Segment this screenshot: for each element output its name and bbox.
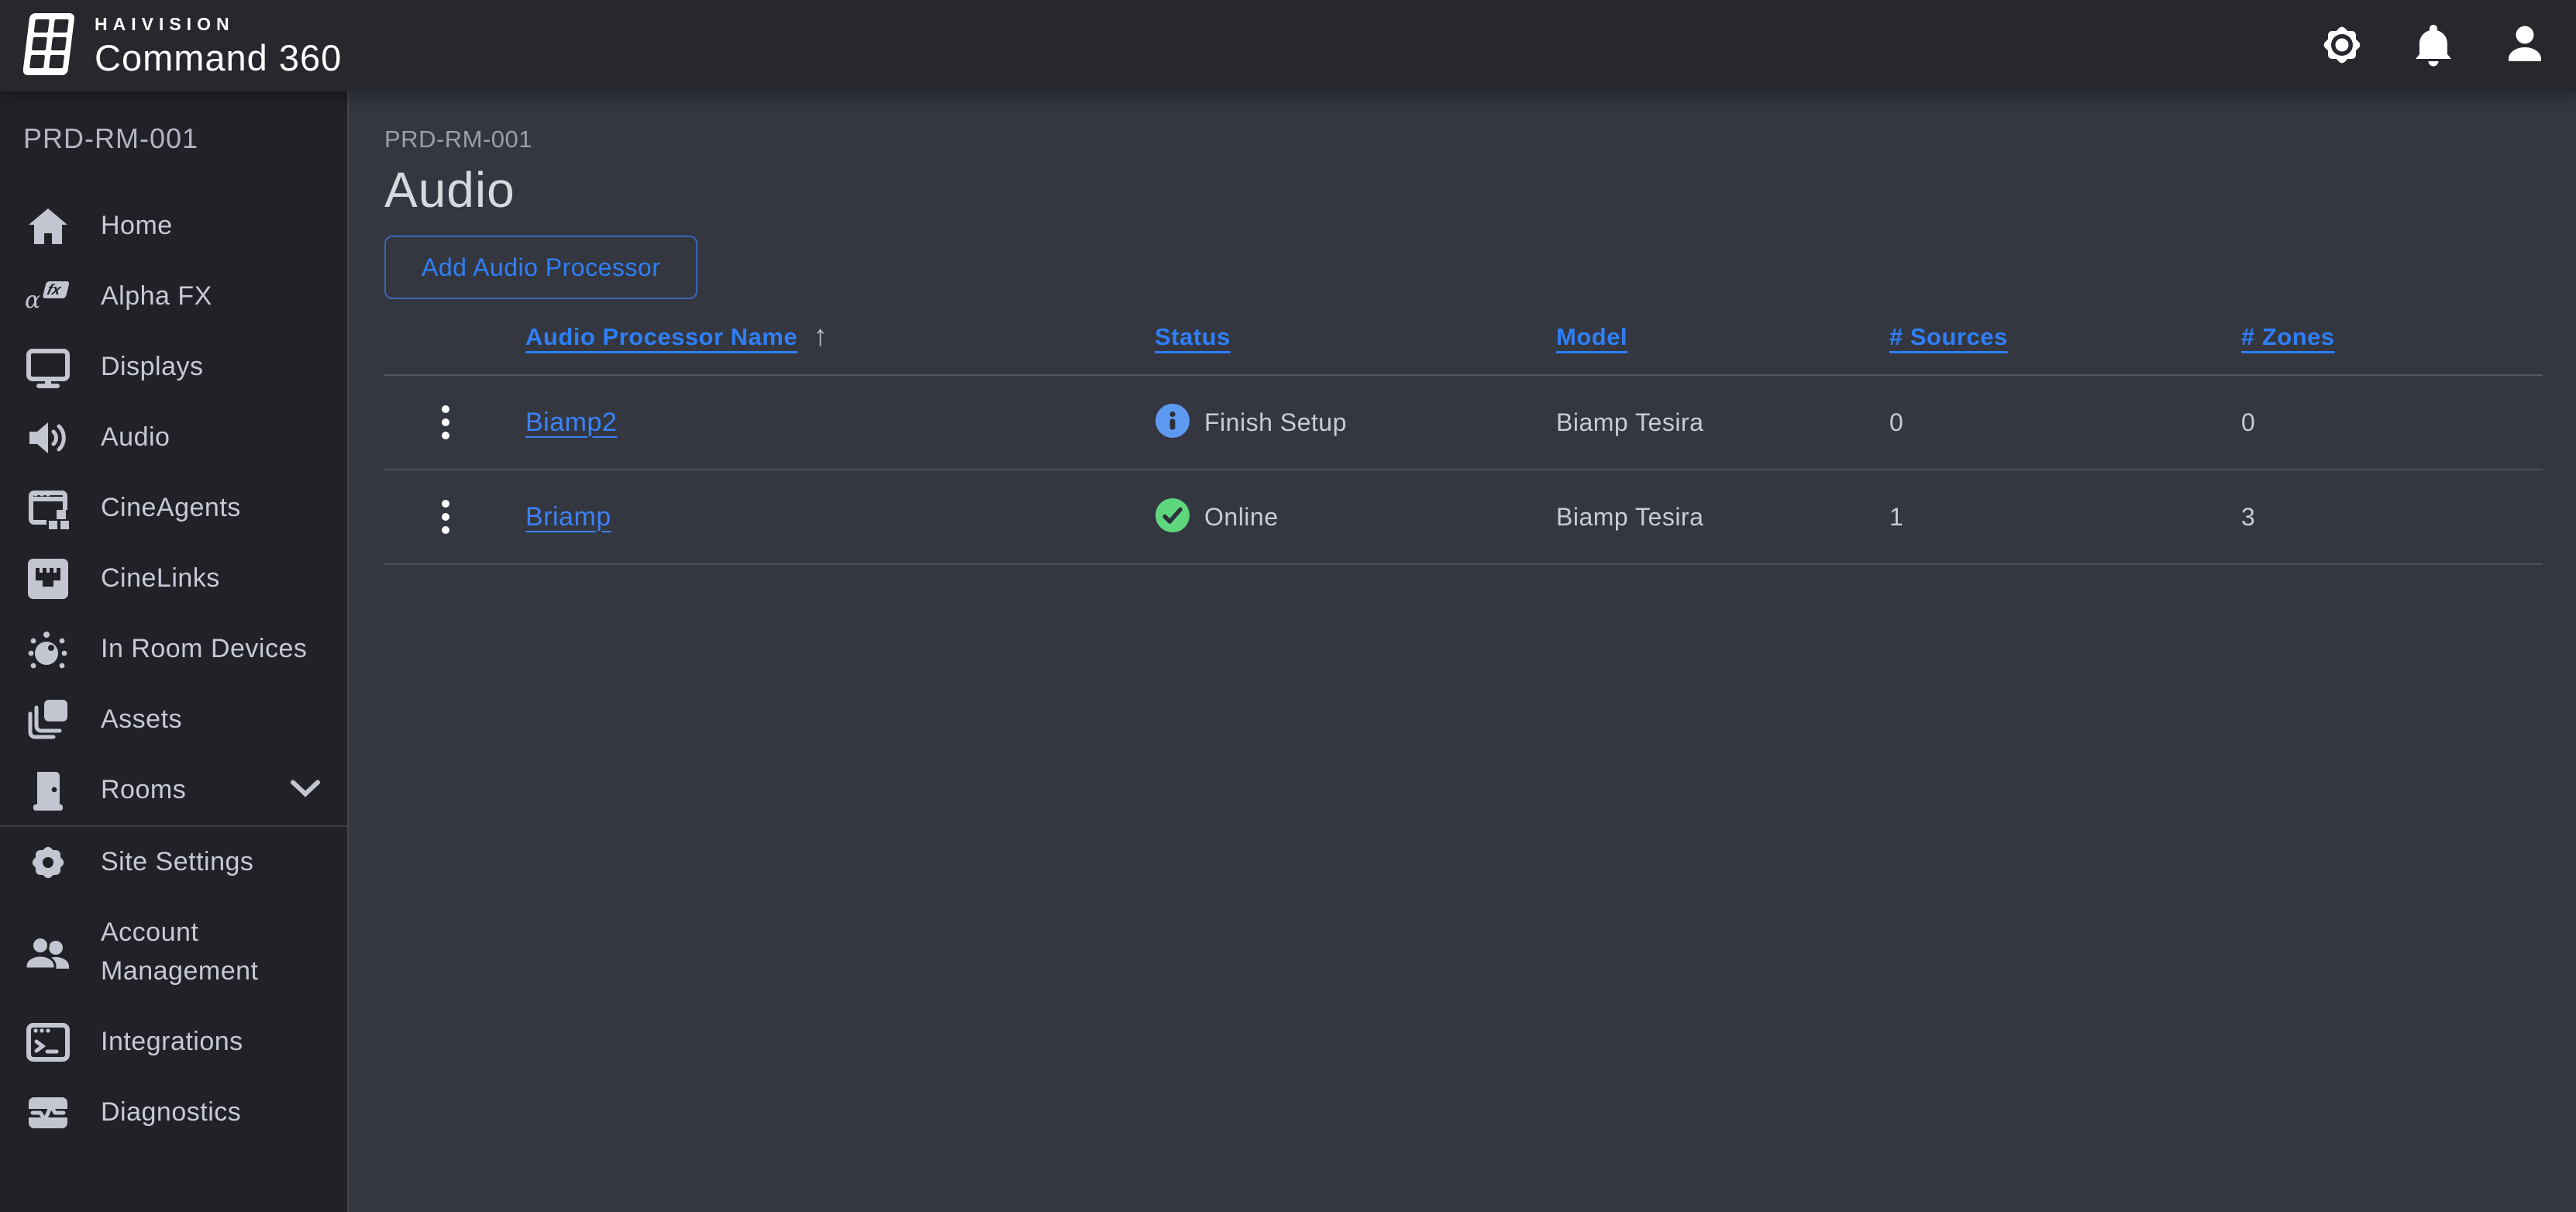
sort-ascending-icon[interactable]: ↑	[813, 320, 828, 353]
add-audio-processor-button[interactable]: Add Audio Processor	[384, 236, 697, 299]
topbar-actions	[2317, 21, 2550, 71]
app-window: HAIVISION Command 360	[0, 0, 2576, 1212]
status-text: Online	[1204, 503, 1279, 532]
sources-cell: 0	[1889, 408, 2241, 437]
table-header-row: Audio Processor Name ↑ Status Model # So…	[384, 299, 2543, 376]
sidebar-item-alpha-fx[interactable]: α fx Alpha FX	[0, 261, 347, 332]
chevron-down-icon[interactable]	[290, 778, 321, 802]
sidebar-room-label: PRD-RM-001	[0, 91, 347, 155]
settings-button[interactable]	[2317, 21, 2367, 71]
sidebar-item-label: Integrations	[101, 1023, 243, 1061]
model-cell: Biamp Tesira	[1556, 503, 1889, 532]
notifications-button[interactable]	[2409, 21, 2458, 71]
status-online-icon	[1155, 498, 1190, 537]
cinelinks-icon	[23, 557, 73, 601]
sidebar-item-integrations[interactable]: Integrations	[0, 1007, 347, 1077]
notifications-icon	[2412, 22, 2455, 71]
main-content: PRD-RM-001 Audio Add Audio Processor Aud…	[350, 91, 2576, 1212]
sidebar-item-account-management[interactable]: Account Management	[0, 897, 347, 1007]
status-info-icon	[1155, 403, 1190, 442]
sidebar-nav: Home α fx Alpha FX	[0, 191, 347, 1148]
sidebar-item-label: Assets	[101, 701, 182, 739]
audio-icon	[23, 416, 73, 460]
sidebar-item-in-room-devices[interactable]: In Room Devices	[0, 614, 347, 684]
sidebar-item-label: CineAgents	[101, 489, 241, 527]
column-header-model[interactable]: Model	[1556, 323, 1627, 351]
sidebar-item-home[interactable]: Home	[0, 191, 347, 261]
svg-text:α: α	[25, 287, 40, 314]
sidebar-item-label: CineLinks	[101, 560, 220, 597]
site-settings-gear-icon	[23, 841, 73, 884]
column-header-sources[interactable]: # Sources	[1889, 323, 2008, 351]
top-bar: HAIVISION Command 360	[0, 0, 2576, 91]
sidebar-item-label: Displays	[101, 348, 203, 386]
settings-icon	[2318, 21, 2366, 71]
sidebar-item-label: Account Management	[101, 914, 294, 990]
integrations-icon	[23, 1021, 73, 1064]
sidebar-item-audio[interactable]: Audio	[0, 402, 347, 473]
account-management-icon	[23, 931, 73, 974]
sidebar-item-label: Diagnostics	[101, 1093, 241, 1131]
brand-product: Command 360	[95, 40, 342, 76]
processor-name-link[interactable]: Briamp	[525, 502, 1155, 532]
model-cell: Biamp Tesira	[1556, 408, 1889, 437]
sidebar-item-rooms[interactable]: Rooms	[0, 755, 347, 825]
status-text: Finish Setup	[1204, 408, 1347, 437]
alpha-fx-icon: α fx	[23, 275, 73, 318]
account-button[interactable]	[2500, 21, 2550, 71]
brand-text: HAIVISION Command 360	[95, 15, 342, 76]
sidebar-item-label: Alpha FX	[101, 277, 212, 315]
sidebar-item-label: Rooms	[101, 771, 186, 809]
displays-icon	[23, 346, 73, 389]
sidebar-item-cineagents[interactable]: CineAgents	[0, 473, 347, 543]
processor-name-link[interactable]: Biamp2	[525, 408, 1155, 438]
sidebar-item-site-settings[interactable]: Site Settings	[0, 827, 347, 897]
column-header-name[interactable]: Audio Processor Name	[525, 323, 797, 351]
cineagents-icon	[23, 487, 73, 530]
table-row: Briamp Online Biamp Tesira 1 3	[384, 470, 2543, 565]
home-icon	[23, 205, 73, 248]
sidebar-item-diagnostics[interactable]: Diagnostics	[0, 1077, 347, 1148]
brand: HAIVISION Command 360	[23, 12, 342, 81]
account-icon	[2503, 23, 2547, 69]
sources-cell: 1	[1889, 503, 2241, 532]
audio-processor-table: Audio Processor Name ↑ Status Model # So…	[384, 299, 2543, 565]
sidebar-item-assets[interactable]: Assets	[0, 684, 347, 755]
zones-cell: 3	[2241, 503, 2543, 532]
row-actions-kebab-button[interactable]	[429, 494, 463, 540]
sidebar-item-cinelinks[interactable]: CineLinks	[0, 543, 347, 614]
breadcrumb: PRD-RM-001	[384, 126, 2576, 153]
column-header-zones[interactable]: # Zones	[2241, 323, 2335, 351]
sidebar-item-displays[interactable]: Displays	[0, 332, 347, 402]
column-header-status[interactable]: Status	[1155, 323, 1231, 351]
page-title: Audio	[384, 161, 2576, 219]
sidebar-item-label: In Room Devices	[101, 630, 307, 668]
in-room-devices-icon	[23, 628, 73, 671]
diagnostics-icon	[23, 1091, 73, 1135]
brand-name: HAIVISION	[95, 15, 342, 33]
sidebar: PRD-RM-001 Home α fx	[0, 91, 349, 1212]
rooms-icon	[23, 769, 73, 812]
table-row: Biamp2 Finish Setup Biamp Tesira 0 0	[384, 376, 2543, 470]
zones-cell: 0	[2241, 408, 2543, 437]
row-actions-kebab-button[interactable]	[429, 399, 463, 446]
sidebar-item-label: Home	[101, 207, 173, 245]
sidebar-item-label: Site Settings	[101, 843, 253, 881]
haivision-logo-icon	[23, 12, 77, 81]
sidebar-item-label: Audio	[101, 418, 170, 456]
assets-icon	[23, 698, 73, 742]
